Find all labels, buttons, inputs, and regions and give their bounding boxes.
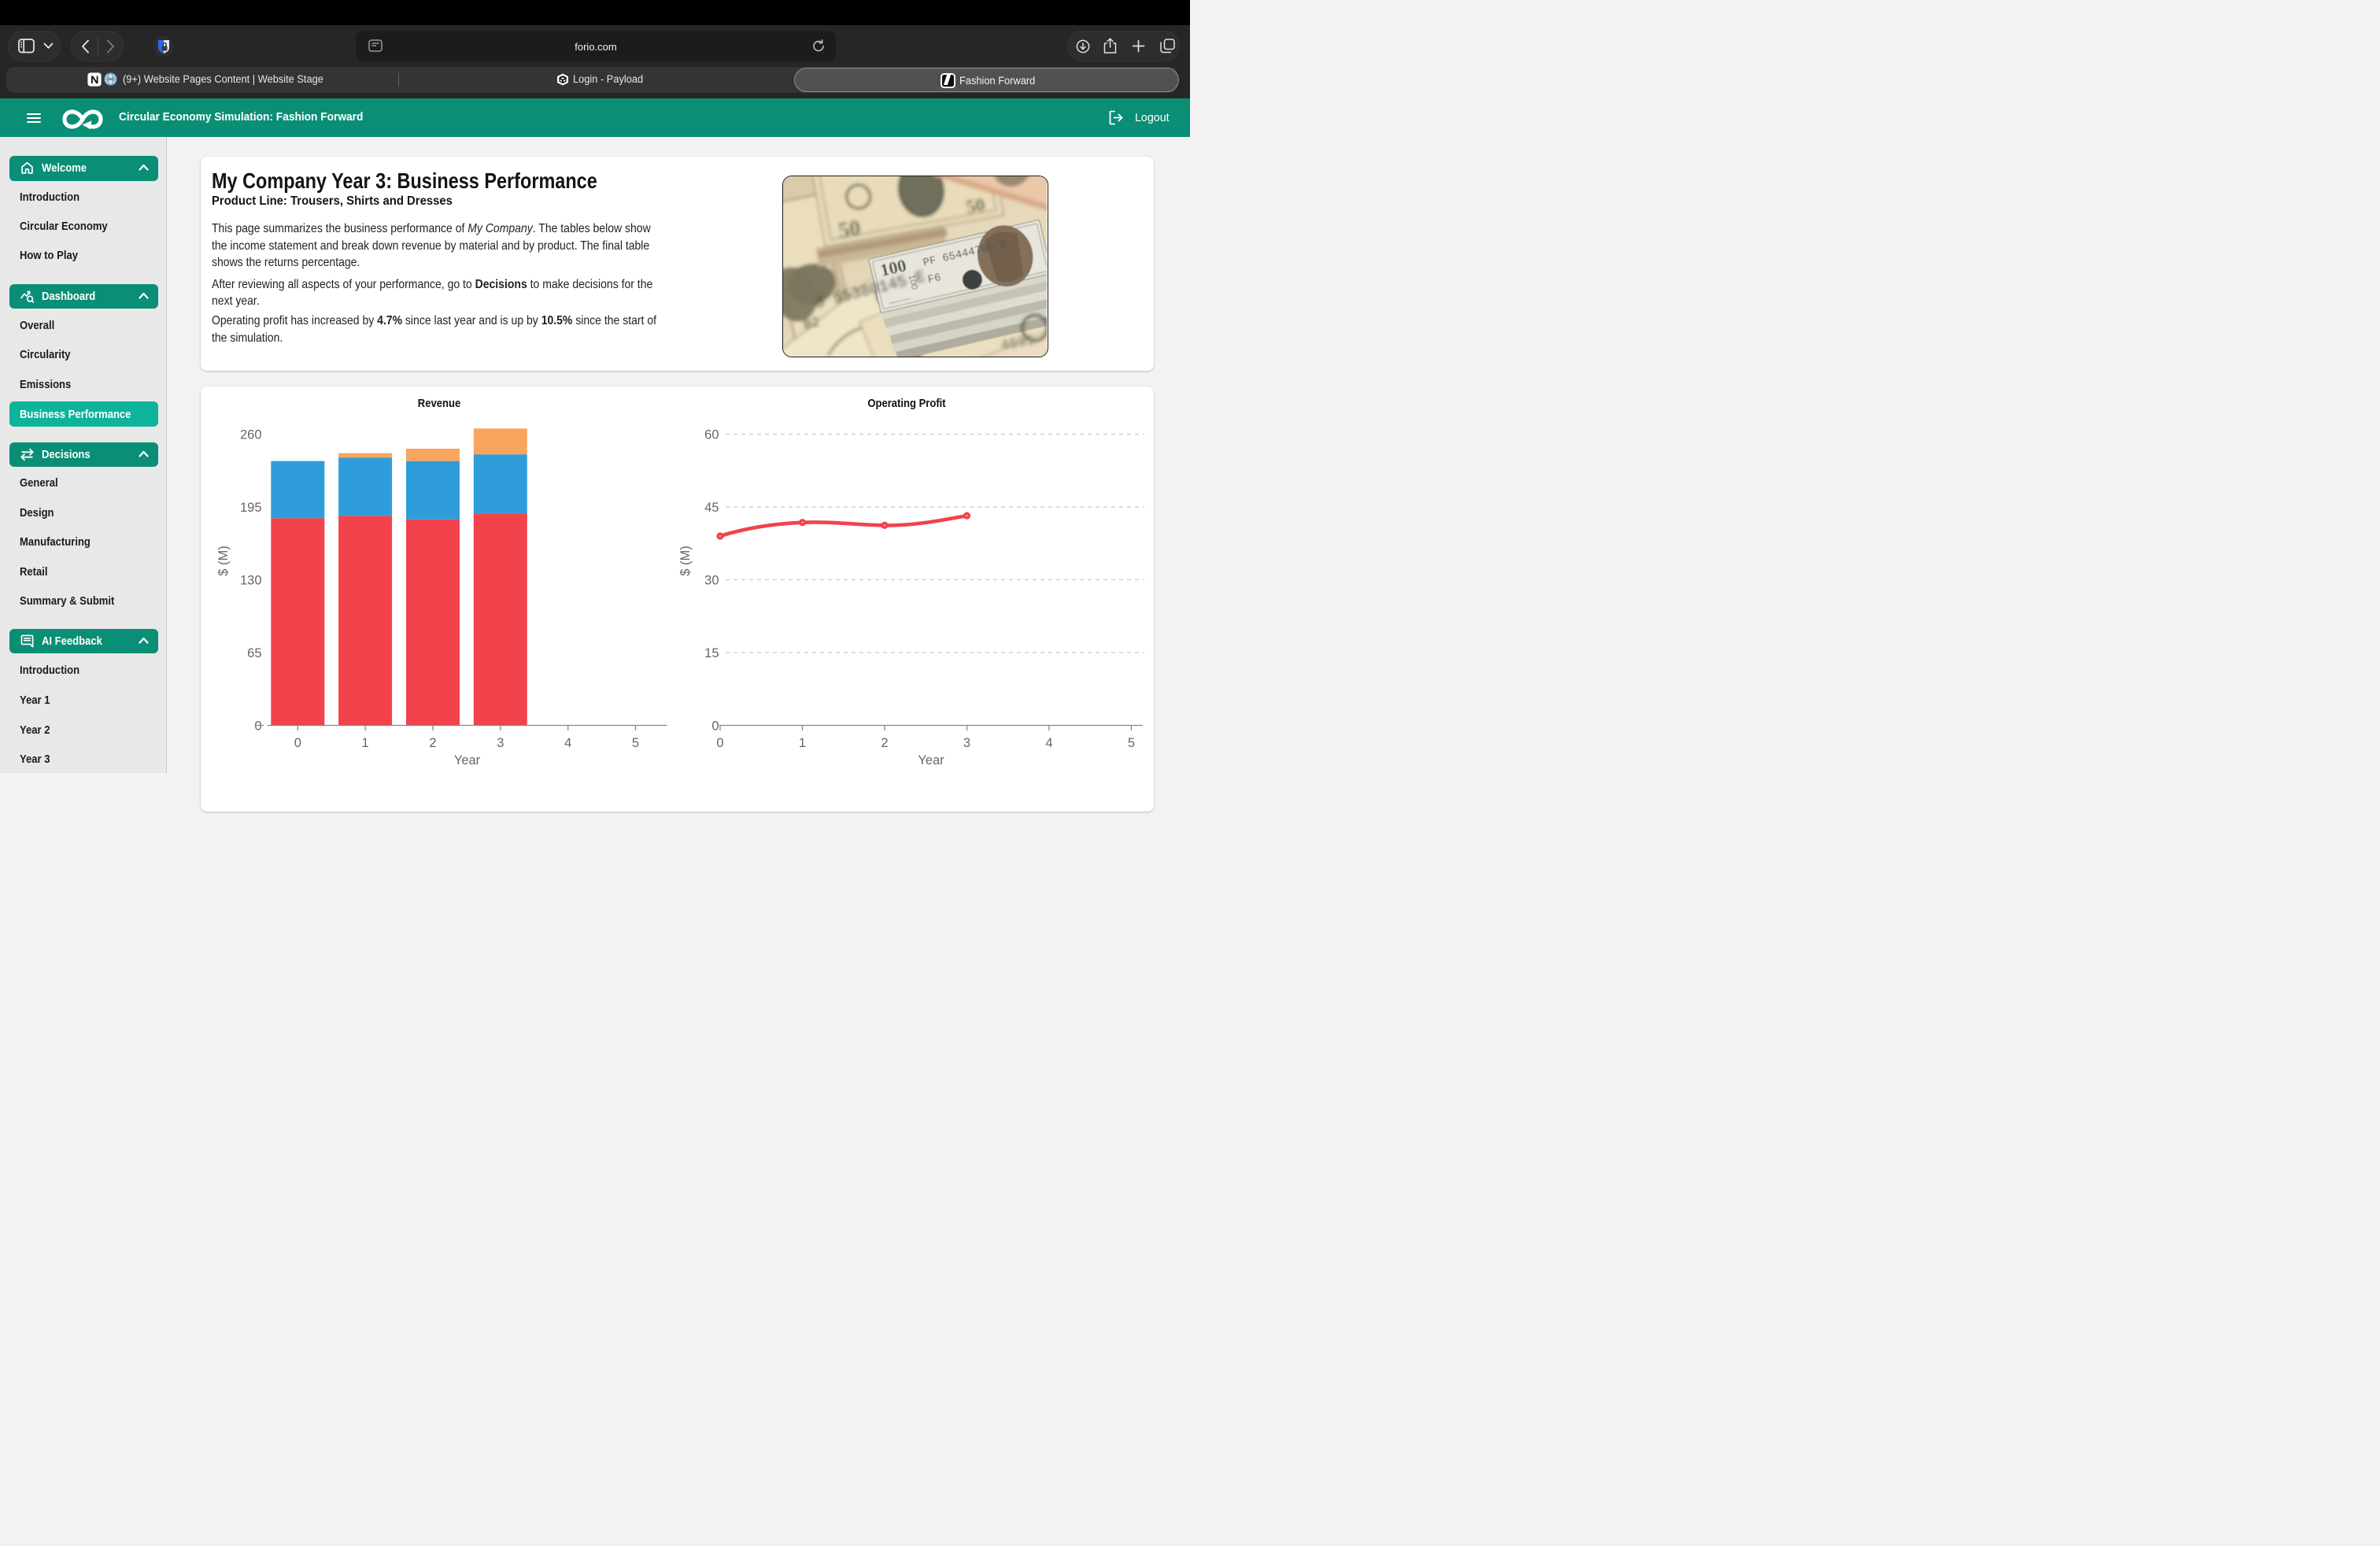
svg-text:Year: Year: [918, 753, 944, 767]
svg-text:$ (M): $ (M): [678, 546, 693, 576]
svg-text:260: 260: [239, 427, 261, 442]
svg-text:0: 0: [716, 736, 723, 750]
svg-text:50: 50: [965, 194, 987, 218]
svg-text:4: 4: [1045, 736, 1052, 750]
svg-text:5: 5: [1128, 736, 1135, 750]
svg-text:4: 4: [564, 736, 571, 750]
svg-text:3: 3: [497, 736, 504, 750]
svg-text:15: 15: [704, 646, 719, 660]
svg-text:50: 50: [837, 215, 863, 242]
svg-text:$ (M): $ (M): [216, 546, 231, 576]
svg-text:45: 45: [704, 501, 719, 515]
svg-text:Year: Year: [453, 753, 480, 767]
svg-text:65: 65: [247, 646, 261, 660]
svg-text:2: 2: [429, 736, 436, 750]
svg-text:30: 30: [704, 573, 719, 587]
svg-text:0: 0: [711, 719, 719, 733]
svg-text:5: 5: [631, 736, 638, 750]
svg-text:195: 195: [239, 501, 261, 515]
svg-text:1: 1: [799, 736, 806, 750]
svg-text:130: 130: [239, 573, 261, 587]
svg-text:0: 0: [294, 736, 301, 750]
svg-text:60: 60: [704, 427, 719, 442]
svg-text:0: 0: [254, 719, 261, 733]
svg-text:2: 2: [881, 736, 888, 750]
svg-text:3: 3: [963, 736, 970, 750]
svg-text:1: 1: [361, 736, 368, 750]
